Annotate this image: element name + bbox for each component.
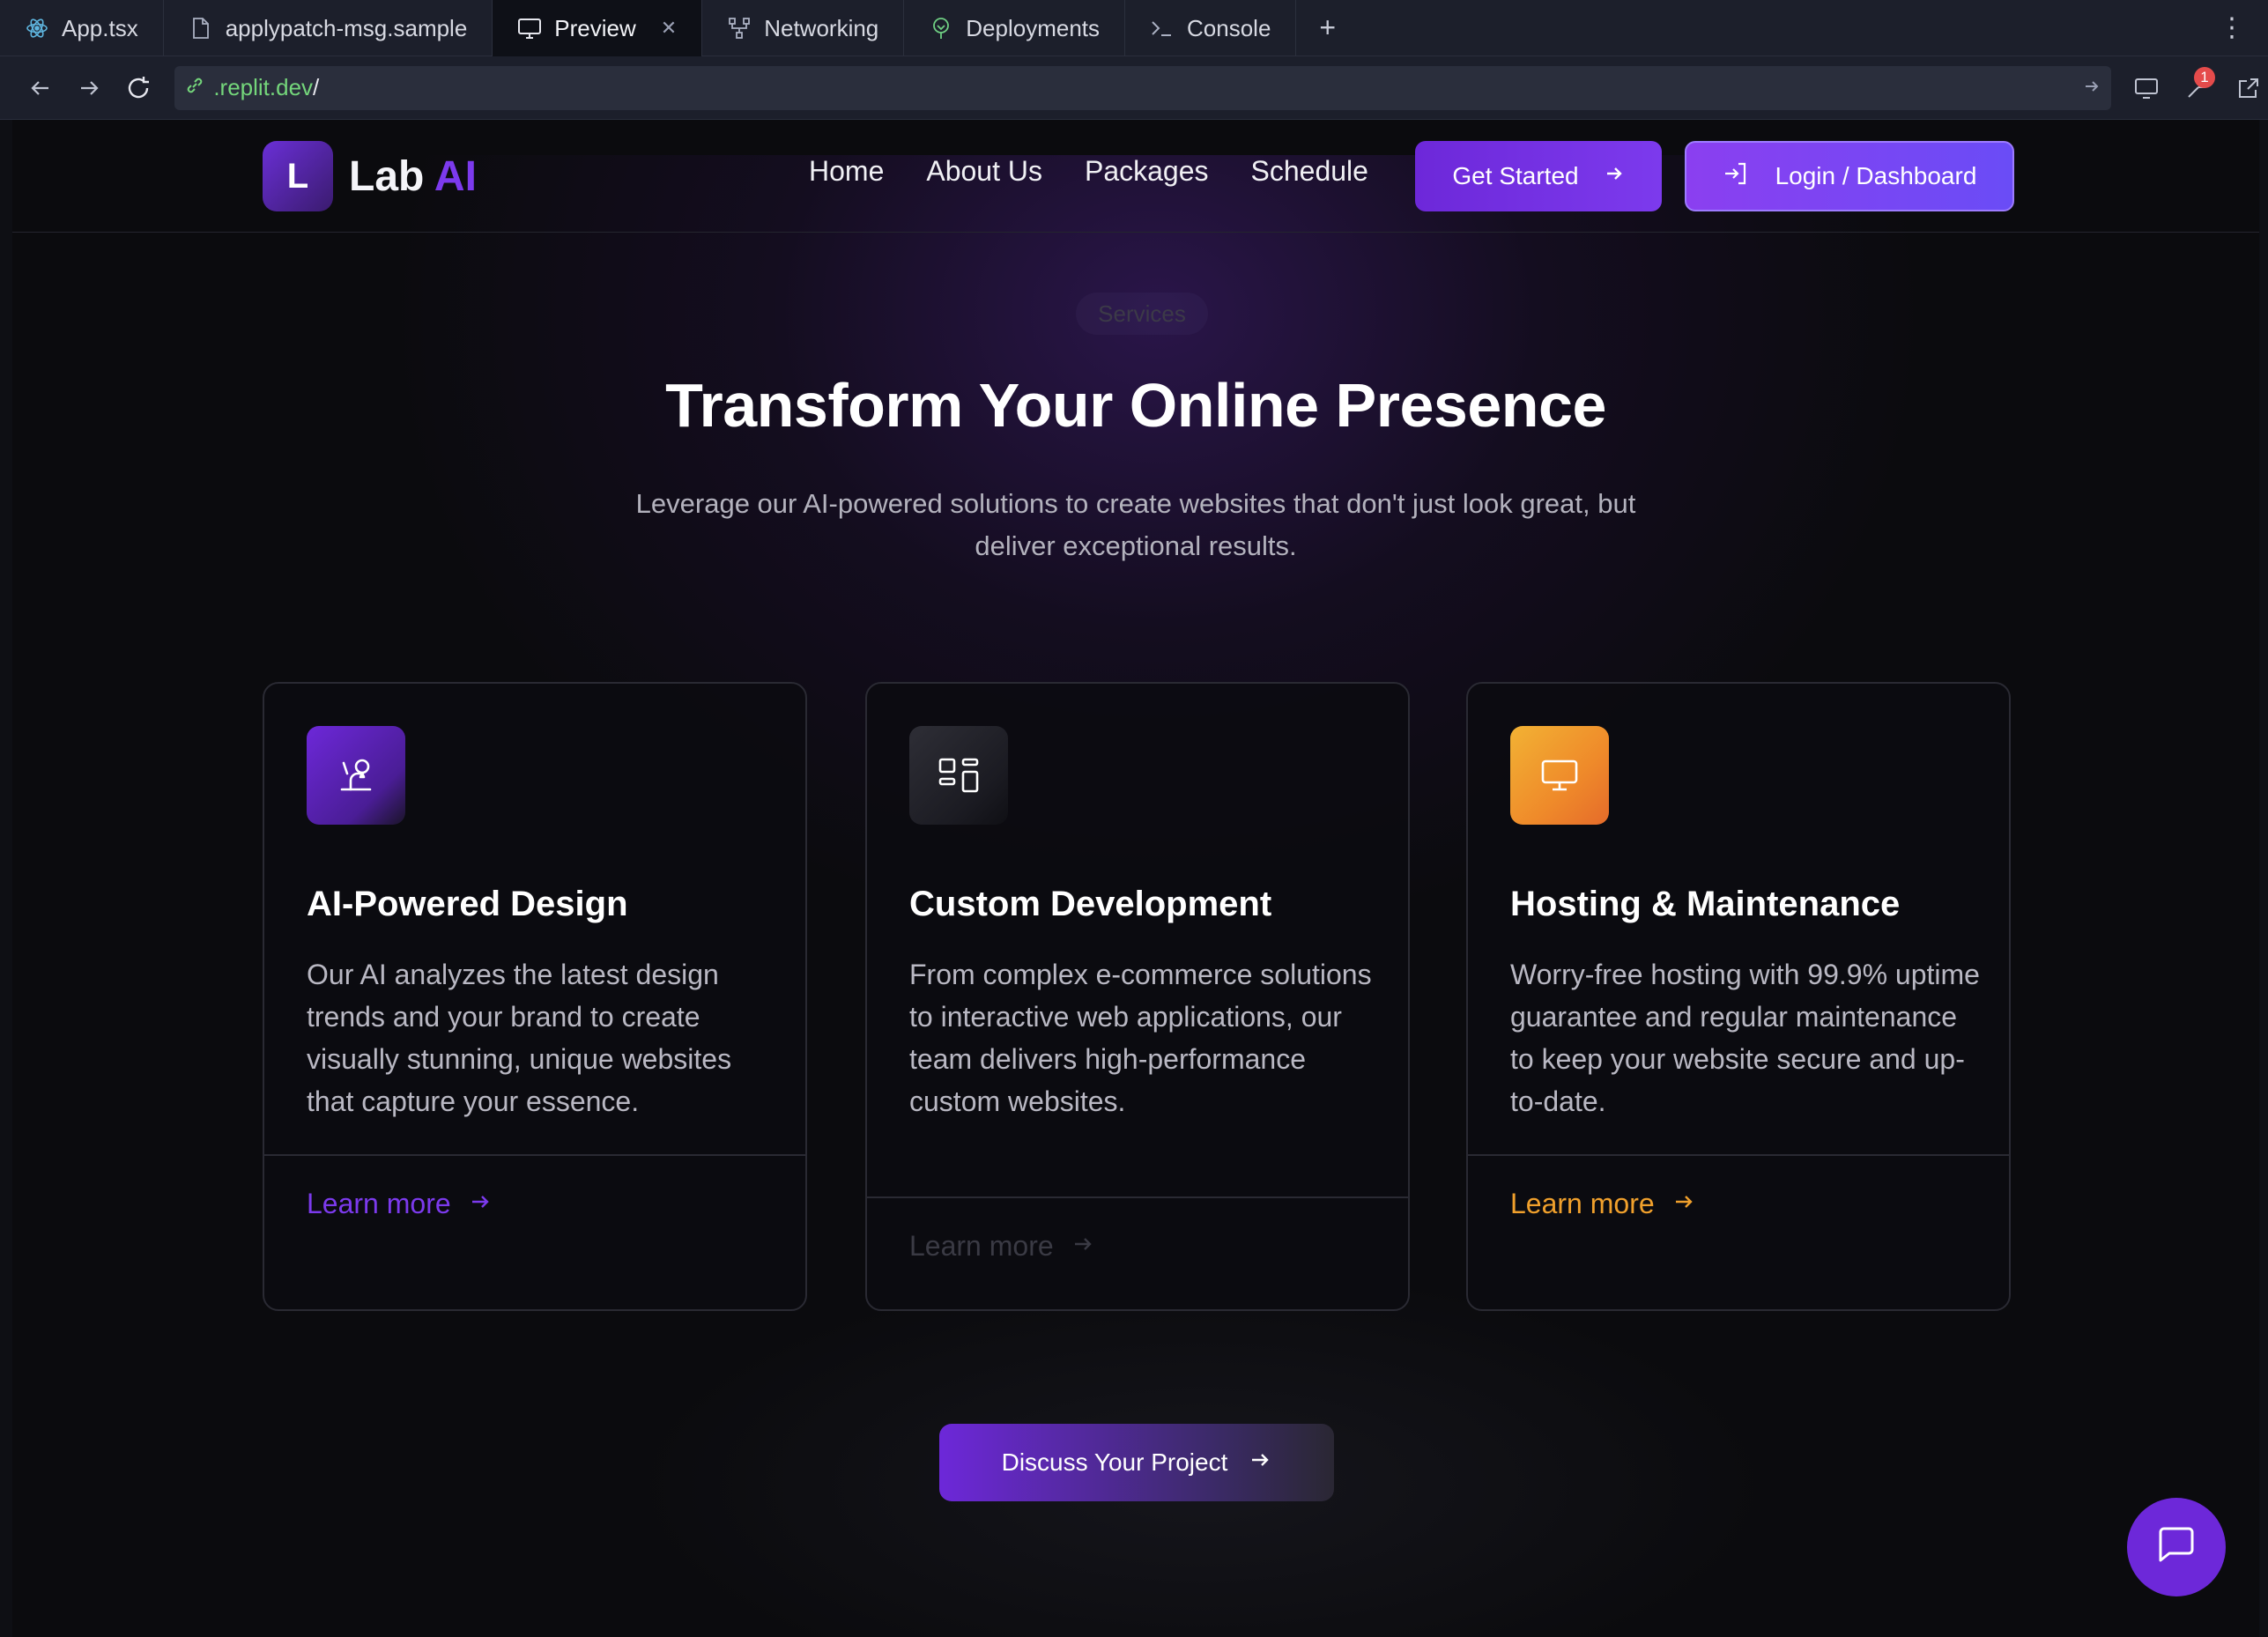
card-text: From complex e-commerce solutions to int… (909, 959, 1372, 1117)
brand-accent: AI (434, 152, 477, 200)
chat-button[interactable] (2127, 1498, 2226, 1596)
brain-icon (307, 726, 405, 825)
hero-title: Transform Your Online Presence (665, 371, 1606, 440)
cta-label: Discuss Your Project (1001, 1448, 1228, 1476)
card-title: Custom Development (909, 885, 1272, 923)
learn-more-label: Learn more (307, 1188, 451, 1219)
tab-label: Preview (554, 14, 636, 41)
back-button[interactable] (16, 63, 64, 113)
card-divider (264, 1154, 805, 1156)
site-logo[interactable]: L Lab AI (263, 141, 477, 211)
more-options-icon[interactable]: ⋮ (2196, 0, 2268, 56)
main-nav: Home About Us Packages Schedule (809, 155, 1368, 188)
tab-label: App.tsx (62, 14, 138, 41)
reload-button[interactable] (114, 63, 162, 113)
tab-app-tsx[interactable]: App.tsx (0, 0, 164, 56)
tab-label: Console (1187, 14, 1271, 41)
layout-icon (909, 726, 1008, 825)
tab-applypatch[interactable]: applypatch-msg.sample (164, 0, 493, 56)
learn-more-link[interactable]: Learn more (909, 1230, 1094, 1263)
arrow-right-icon (1249, 1448, 1271, 1478)
service-card-ai-design: AI-Powered Design Our AI analyzes the la… (263, 682, 807, 1311)
login-label: Login / Dashboard (1775, 162, 1977, 189)
url-host: .replit.dev (213, 74, 314, 100)
network-icon (727, 16, 752, 41)
arrow-right-icon (1672, 1188, 1695, 1220)
monitor-icon (1510, 726, 1609, 825)
tabbar-spacer (1359, 0, 2196, 56)
card-title: AI-Powered Design (307, 885, 628, 923)
learn-more-label: Learn more (909, 1230, 1054, 1262)
service-card-hosting: Hosting & Maintenance Worry-free hosting… (1466, 682, 2011, 1311)
nav-about-us[interactable]: About Us (926, 155, 1042, 188)
learn-more-link[interactable]: Learn more (1510, 1188, 1695, 1220)
card-text: Worry-free hosting with 99.9% uptime gua… (1510, 959, 1980, 1117)
get-started-label: Get Started (1452, 162, 1579, 189)
deploy-icon (929, 16, 953, 41)
tab-bar: App.tsx applypatch-msg.sample Preview ✕ (0, 0, 2268, 56)
logo-mark: L (263, 141, 333, 211)
learn-more-link[interactable]: Learn more (307, 1188, 492, 1220)
close-icon[interactable]: ✕ (661, 17, 677, 40)
tab-label: applypatch-msg.sample (225, 14, 468, 41)
hero-subtitle: Leverage our AI-powered solutions to cre… (635, 488, 1636, 561)
preview-viewport: L Lab AI Home About Us Packages Schedule… (12, 120, 2259, 1637)
service-card-custom-dev: Custom Development From complex e-commer… (865, 682, 1410, 1311)
get-started-button[interactable]: Get Started (1415, 141, 1662, 211)
terminal-icon (1150, 16, 1175, 41)
tab-preview[interactable]: Preview ✕ (493, 0, 703, 56)
tab-label: Networking (764, 14, 879, 41)
nav-schedule[interactable]: Schedule (1251, 155, 1368, 188)
open-external-icon[interactable] (2229, 69, 2268, 107)
device-preview-icon[interactable] (2127, 69, 2166, 107)
forward-button[interactable] (64, 63, 113, 113)
logo-text: Lab AI (349, 152, 477, 201)
services-pill: Services (1076, 293, 1208, 335)
nav-packages[interactable]: Packages (1085, 155, 1209, 188)
ide-window: App.tsx applypatch-msg.sample Preview ✕ (0, 0, 2268, 1637)
monitor-icon (517, 16, 542, 41)
chat-bubble-icon (2155, 1525, 2198, 1570)
card-divider (867, 1196, 1408, 1198)
card-text: Our AI analyzes the latest design trends… (307, 959, 732, 1117)
react-icon (25, 16, 49, 41)
devtools-wrench-icon[interactable]: 1 (2178, 66, 2217, 107)
learn-more-label: Learn more (1510, 1188, 1655, 1219)
card-title: Hosting & Maintenance (1510, 885, 1901, 923)
file-icon (189, 16, 213, 41)
tab-networking[interactable]: Networking (702, 0, 905, 56)
address-bar: .replit.dev/ 1 (0, 56, 2268, 120)
link-icon (185, 74, 204, 101)
tab-deployments[interactable]: Deployments (904, 0, 1126, 56)
discuss-project-button[interactable]: Discuss Your Project (939, 1424, 1334, 1501)
url-field[interactable]: .replit.dev/ (174, 65, 2112, 110)
notification-badge: 1 (2194, 66, 2216, 88)
address-tools: 1 (2127, 66, 2268, 107)
card-divider (1468, 1154, 2009, 1156)
site-header: L Lab AI Home About Us Packages Schedule… (12, 120, 2259, 233)
arrow-right-icon (469, 1188, 492, 1220)
login-icon (1723, 160, 1749, 193)
arrow-right-icon (1071, 1230, 1094, 1263)
login-dashboard-button[interactable]: Login / Dashboard (1685, 141, 2014, 211)
go-arrow-icon[interactable] (2083, 74, 2101, 101)
nav-home[interactable]: Home (809, 155, 884, 188)
arrow-right-icon (1604, 162, 1625, 190)
tab-label: Deployments (966, 14, 1101, 41)
brand-name: Lab (349, 152, 425, 200)
new-tab-button[interactable]: + (1296, 0, 1359, 56)
url-path: / (313, 74, 320, 100)
tab-console[interactable]: Console (1125, 0, 1297, 56)
